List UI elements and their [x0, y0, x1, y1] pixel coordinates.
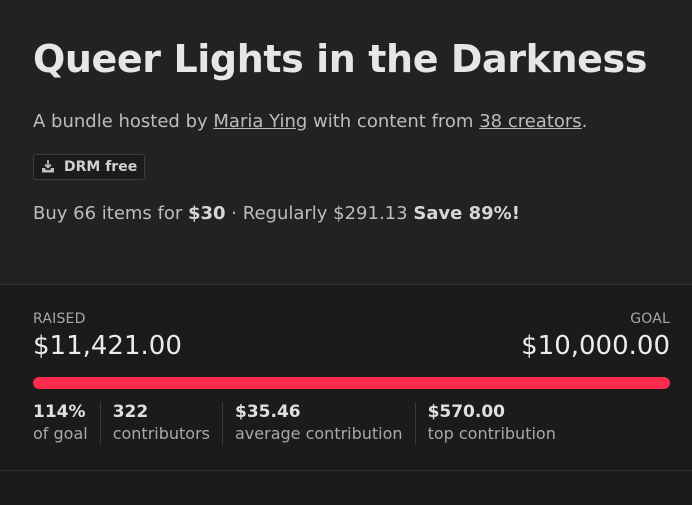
- download-icon: [40, 159, 56, 175]
- price-prefix-text: Buy 66 items for: [33, 203, 188, 224]
- stat-top-contribution: $570.00 top contribution: [414, 402, 568, 445]
- goal-label: GOAL: [630, 311, 670, 327]
- stat-caption: of goal: [33, 424, 88, 443]
- raise-goal-row: RAISED $11,421.00 GOAL $10,000.00: [33, 311, 670, 363]
- bundle-price: $30: [188, 203, 226, 224]
- drm-free-label: DRM free: [64, 159, 138, 175]
- stat-caption: average contribution: [235, 424, 403, 443]
- price-summary: Buy 66 items for $30 · Regularly $291.13…: [33, 202, 659, 226]
- host-middle-text: with content from: [307, 111, 480, 132]
- stat-value: $35.46: [235, 402, 301, 422]
- stat-caption: contributors: [112, 424, 210, 443]
- stat-value: 322: [112, 402, 149, 422]
- bundle-header: Queer Lights in the Darkness A bundle ho…: [0, 0, 692, 285]
- raised-block: RAISED $11,421.00: [33, 311, 182, 363]
- stat-percent-of-goal: 114% of goal: [33, 402, 100, 445]
- stat-caption: top contribution: [427, 424, 556, 443]
- savings-text: Save 89%!: [413, 203, 520, 224]
- goal-block: GOAL $10,000.00: [521, 311, 670, 363]
- raised-amount: $11,421.00: [33, 331, 182, 361]
- goal-amount: $10,000.00: [521, 331, 670, 361]
- host-link[interactable]: Maria Ying: [213, 111, 307, 132]
- regular-price-text: · Regularly $291.13: [225, 203, 414, 224]
- funding-panel: RAISED $11,421.00 GOAL $10,000.00 114% o…: [0, 285, 692, 471]
- host-suffix-text: .: [581, 111, 588, 132]
- stat-average-contribution: $35.46 average contribution: [222, 402, 415, 445]
- raised-label: RAISED: [33, 311, 86, 327]
- host-prefix-text: A bundle hosted by: [33, 111, 214, 132]
- creators-link[interactable]: 38 creators: [479, 111, 581, 132]
- stat-value: $570.00: [427, 402, 505, 422]
- funding-stats: 114% of goal 322 contributors $35.46 ave…: [33, 402, 670, 445]
- stat-value: 114%: [33, 402, 86, 422]
- bundle-host-line: A bundle hosted by Maria Ying with conte…: [33, 110, 659, 134]
- funding-progress-fill: [33, 377, 670, 389]
- funding-progress-bar: [33, 377, 670, 389]
- drm-free-badge: DRM free: [33, 154, 146, 180]
- stat-contributors: 322 contributors: [99, 402, 222, 445]
- page-title: Queer Lights in the Darkness: [33, 37, 647, 81]
